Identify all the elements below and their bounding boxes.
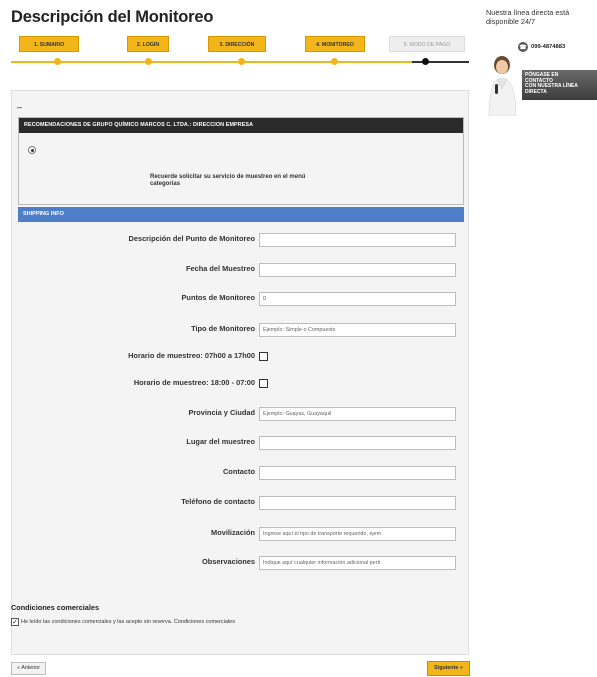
puntos-label: Puntos de Monitoreo [181, 293, 256, 302]
recommendation-line-2: categorías [150, 181, 181, 187]
address-radio[interactable] [28, 146, 36, 154]
checkout-steps: 1. SUMARIO 2. LOGIN 3. DIRECCIÓN 4. MONI… [11, 36, 469, 66]
conditions-row: ✓ He leído las condiciones comerciales y… [11, 618, 235, 626]
recommendations-header: RECOMENDACIONES DE GRUPO QUÍMICO MARCOS … [19, 118, 463, 133]
horario-dia-checkbox[interactable] [259, 352, 268, 361]
contact-line-4: DIRECTA [525, 88, 547, 95]
contacto-input[interactable] [259, 466, 456, 480]
horario-noche-checkbox[interactable] [259, 379, 268, 388]
step-2-login[interactable]: 2. LOGIN [127, 36, 169, 52]
fecha-input[interactable] [259, 263, 456, 277]
horario-noche-label: Horario de muestreo: 18:00 - 07:00 [133, 378, 255, 387]
form-row-puntos: Puntos de Monitoreo [12, 292, 470, 308]
form-row-lugar: Lugar del muestreo [12, 436, 470, 452]
shipping-info-header: SHIPPING INFO [18, 207, 464, 222]
tipo-input[interactable] [259, 323, 456, 337]
step-4-monitoreo[interactable]: 4. MONITOREO [305, 36, 365, 52]
next-button[interactable]: Siguiente » [427, 661, 470, 676]
step-3-direccion[interactable]: 3. DIRECCIÓN [208, 36, 266, 52]
recommendation-line-1: Recuerde solicitar su servicio de muestr… [150, 174, 306, 180]
form-row-horario-noche: Horario de muestreo: 18:00 - 07:00 [12, 377, 470, 393]
previous-button[interactable]: « Anterior [11, 662, 47, 675]
conditions-text[interactable]: He leído las condiciones comerciales y l… [21, 619, 235, 625]
form-row-observaciones: Observaciones [12, 556, 470, 572]
steps-progress-line [11, 61, 412, 63]
support-line-2: disponible 24/7 [486, 17, 536, 26]
form-row-fecha: Fecha del Muestreo [12, 263, 470, 279]
form-row-telefono: Teléfono de contacto [12, 496, 470, 512]
step-3-dot [238, 58, 245, 65]
form-row-provincia: Provincia y Ciudad [12, 407, 470, 423]
telefono-label: Teléfono de contacto [181, 497, 255, 506]
tipo-label: Tipo de Monitoreo [191, 324, 255, 333]
fecha-label: Fecha del Muestreo [186, 264, 255, 273]
support-phone-number: 099-4874883 [531, 44, 566, 50]
recommendation-text: Recuerde solicitar su servicio de muestr… [150, 174, 380, 188]
support-line-1: Nuestra línea directa está [486, 8, 570, 17]
observaciones-label: Observaciones [202, 557, 255, 566]
movilizacion-input[interactable] [259, 527, 456, 541]
descripcion-label: Descripción del Punto de Monitoreo [128, 234, 255, 243]
recommendations-box: RECOMENDACIONES DE GRUPO QUÍMICO MARCOS … [18, 117, 464, 205]
step-1-sumario[interactable]: 1. SUMARIO [19, 36, 79, 52]
section-dash: – [17, 102, 23, 112]
provincia-label: Provincia y Ciudad [188, 408, 255, 417]
support-agent-avatar [488, 56, 517, 116]
step-2-dot [145, 58, 152, 65]
support-panel: Nuestra línea directa está disponible 24… [486, 8, 597, 116]
contacto-label: Contacto [222, 467, 255, 476]
form-row-tipo: Tipo de Monitoreo [12, 323, 470, 339]
provincia-input[interactable] [259, 407, 456, 421]
support-phone: ☎ 099-4874883 [518, 42, 565, 52]
step-5-dot [422, 58, 429, 65]
page-title: Descripción del Monitoreo [11, 8, 214, 26]
movilizacion-label: Movilización [211, 528, 255, 537]
conditions-title: Condiciones comerciales [11, 603, 100, 612]
contact-hotline-button[interactable]: PÓNGASE EN CONTACTO CON NUESTRA LÍNEA DI… [522, 70, 597, 100]
form-row-horario-dia: Horario de muestreo: 07h00 a 17h00 [12, 350, 470, 366]
phone-icon: ☎ [518, 42, 528, 52]
monitoring-form-panel: – RECOMENDACIONES DE GRUPO QUÍMICO MARCO… [11, 90, 469, 655]
observaciones-input[interactable] [259, 556, 456, 570]
form-row-contacto: Contacto [12, 466, 470, 482]
form-row-descripcion: Descripción del Punto de Monitoreo [12, 233, 470, 249]
step-5-modo-de-pago: 5. MODO DE PAGO [389, 36, 465, 52]
lugar-label: Lugar del muestreo [186, 437, 255, 446]
step-1-dot [54, 58, 61, 65]
form-row-movilizacion: Movilización [12, 527, 470, 543]
telefono-input[interactable] [259, 496, 456, 510]
steps-remaining-line [412, 61, 469, 63]
conditions-checkbox[interactable]: ✓ [11, 618, 19, 626]
horario-dia-label: Horario de muestreo: 07h00 a 17h00 [128, 351, 255, 360]
puntos-input[interactable] [259, 292, 456, 306]
descripcion-input[interactable] [259, 233, 456, 247]
step-4-dot [331, 58, 338, 65]
lugar-input[interactable] [259, 436, 456, 450]
